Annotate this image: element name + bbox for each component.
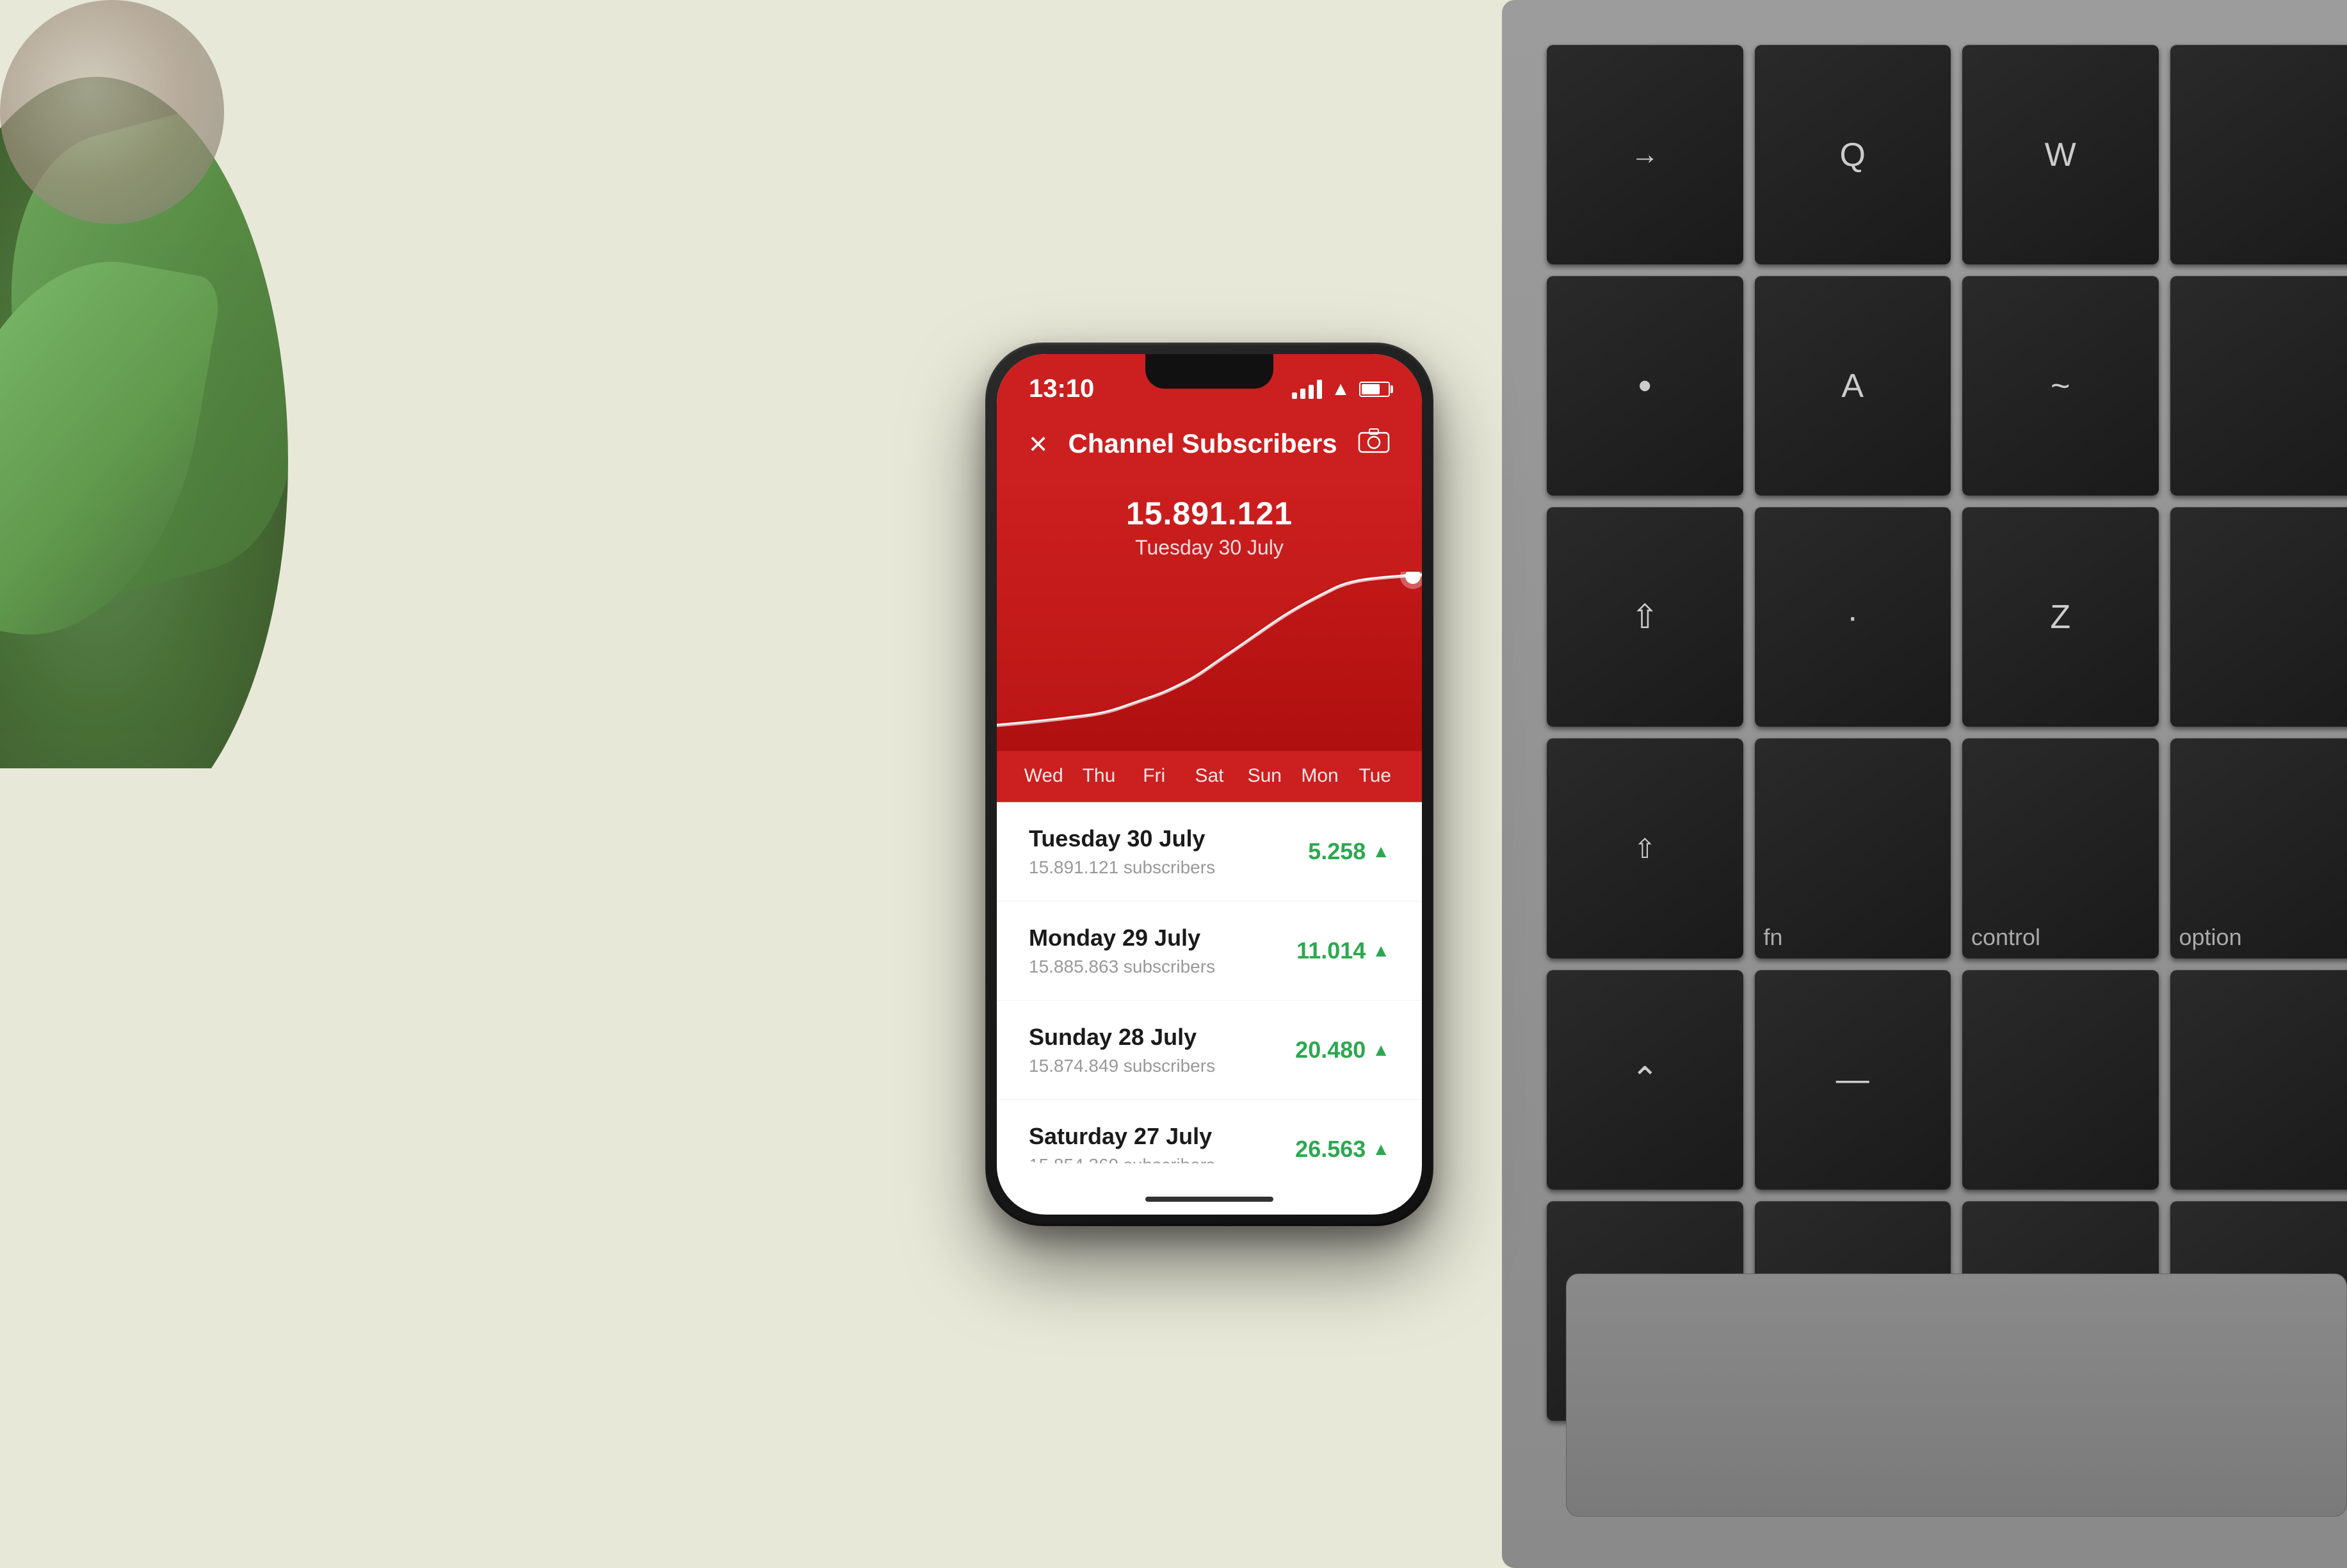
- phone-notch: [1145, 354, 1273, 389]
- list-item-right-2: 20.480 ▲: [1295, 1037, 1390, 1063]
- chart-date: Tuesday 30 July: [997, 536, 1422, 560]
- key-chevron-up[interactable]: ⌃: [1547, 970, 1743, 1190]
- list-item-right-1: 11.014 ▲: [1296, 937, 1390, 964]
- key-blank-3[interactable]: [2170, 507, 2347, 727]
- key-w[interactable]: W: [1962, 45, 2159, 264]
- chart-value: 15.891.121: [997, 495, 1422, 532]
- key-z[interactable]: Z: [1962, 507, 2159, 727]
- phone-screen: 13:10 ▲ × Channel Subscri: [997, 354, 1422, 1215]
- status-time: 13:10: [1029, 375, 1094, 403]
- key-option[interactable]: option: [2170, 738, 2347, 958]
- trend-icon-0: ▲: [1372, 841, 1390, 862]
- home-indicator: [1145, 1197, 1273, 1202]
- trend-icon-2: ▲: [1372, 1040, 1390, 1060]
- keyboard-area: → Q W • A ~ ⇧ · Z ⇧ fn control option ⌃ …: [1502, 0, 2347, 1568]
- close-button[interactable]: ×: [1029, 425, 1047, 462]
- day-label-sat: Sat: [1182, 765, 1237, 787]
- list-item-value-3: 26.563: [1295, 1136, 1366, 1163]
- trackpad[interactable]: [1566, 1273, 2347, 1517]
- list-item-value-2: 20.480: [1295, 1037, 1366, 1063]
- list-item-right-3: 26.563 ▲: [1295, 1136, 1390, 1163]
- day-label-fri: Fri: [1127, 765, 1182, 787]
- camera-button[interactable]: [1358, 428, 1390, 460]
- battery-icon: [1359, 382, 1390, 397]
- list-item-left-0: Tuesday 30 July 15.891.121 subscribers: [1029, 825, 1215, 878]
- list-item[interactable]: Sunday 28 July 15.874.849 subscribers 20…: [997, 1001, 1422, 1100]
- list-item-sub-2: 15.874.849 subscribers: [1029, 1056, 1215, 1076]
- list-item-title-2: Sunday 28 July: [1029, 1024, 1215, 1051]
- key-fn[interactable]: fn: [1755, 738, 1951, 958]
- key-blank-5[interactable]: [2170, 970, 2347, 1190]
- list-item-value-1: 11.014: [1296, 937, 1366, 964]
- list-item[interactable]: Saturday 27 July 15.854.369 subscribers …: [997, 1100, 1422, 1163]
- list-item-sub-3: 15.854.369 subscribers: [1029, 1155, 1215, 1163]
- list-item[interactable]: Tuesday 30 July 15.891.121 subscribers 5…: [997, 802, 1422, 901]
- key-shift-up[interactable]: ⇧: [1547, 507, 1743, 727]
- key-shift[interactable]: ⇧: [1547, 738, 1743, 958]
- key-a[interactable]: A: [1755, 276, 1951, 496]
- list-item-sub-0: 15.891.121 subscribers: [1029, 857, 1215, 878]
- key-blank-1[interactable]: [2170, 45, 2347, 264]
- list-item-title-0: Tuesday 30 July: [1029, 825, 1215, 852]
- trend-icon-1: ▲: [1372, 941, 1390, 961]
- laptop: → Q W • A ~ ⇧ · Z ⇧ fn control option ⌃ …: [1489, 0, 2347, 1568]
- list-item-left-2: Sunday 28 July 15.874.849 subscribers: [1029, 1024, 1215, 1076]
- day-label-wed: Wed: [1016, 765, 1071, 787]
- key-blank-4[interactable]: [1962, 970, 2159, 1190]
- key-control[interactable]: control: [1962, 738, 2159, 958]
- status-icons: ▲: [1292, 378, 1390, 400]
- day-labels: Wed Thu Fri Sat Sun Mon Tue: [997, 751, 1422, 802]
- key-blank-2[interactable]: [2170, 276, 2347, 496]
- day-label-sun: Sun: [1237, 765, 1292, 787]
- key-backslash[interactable]: —: [1755, 970, 1951, 1190]
- phone-container: 13:10 ▲ × Channel Subscri: [985, 343, 1433, 1226]
- list-item-left-3: Saturday 27 July 15.854.369 subscribers: [1029, 1123, 1215, 1163]
- signal-icon: [1292, 380, 1322, 399]
- chart-svg: [997, 572, 1422, 751]
- list-item-value-0: 5.258: [1308, 838, 1366, 865]
- data-list[interactable]: Tuesday 30 July 15.891.121 subscribers 5…: [997, 802, 1422, 1163]
- phone-frame: 13:10 ▲ × Channel Subscri: [985, 343, 1433, 1226]
- day-label-tue: Tue: [1348, 765, 1403, 787]
- key-dot[interactable]: •: [1547, 276, 1743, 496]
- list-item-title-1: Monday 29 July: [1029, 925, 1215, 951]
- keyboard-grid: → Q W • A ~ ⇧ · Z ⇧ fn control option ⌃ …: [1528, 26, 2347, 1440]
- wifi-icon: ▲: [1331, 378, 1350, 400]
- app-header: × Channel Subscribers: [997, 412, 1422, 476]
- app-title: Channel Subscribers: [1069, 428, 1337, 459]
- trend-icon-3: ▲: [1372, 1139, 1390, 1160]
- plant-leaf-2: [0, 238, 223, 659]
- list-item[interactable]: Monday 29 July 15.885.863 subscribers 11…: [997, 901, 1422, 1001]
- key-q[interactable]: Q: [1755, 45, 1951, 264]
- chart-area: 15.891.121 Tuesday 30 July: [997, 476, 1422, 751]
- rock-decoration: [0, 0, 224, 224]
- list-item-title-3: Saturday 27 July: [1029, 1123, 1215, 1150]
- list-item-left-1: Monday 29 July 15.885.863 subscribers: [1029, 925, 1215, 977]
- list-item-right-0: 5.258 ▲: [1308, 838, 1390, 865]
- key-tilde[interactable]: ~: [1962, 276, 2159, 496]
- day-label-thu: Thu: [1071, 765, 1126, 787]
- day-label-mon: Mon: [1292, 765, 1347, 787]
- list-item-sub-1: 15.885.863 subscribers: [1029, 957, 1215, 977]
- key-middle-dot[interactable]: ·: [1755, 507, 1951, 727]
- chart-header: 15.891.121 Tuesday 30 July: [997, 476, 1422, 572]
- key-arrow-right[interactable]: →: [1547, 45, 1743, 264]
